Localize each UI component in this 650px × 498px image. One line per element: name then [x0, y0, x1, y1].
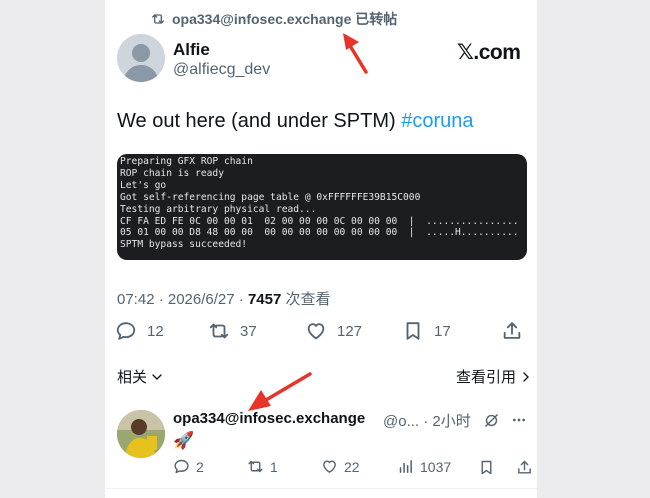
reply-icon — [116, 322, 136, 340]
x-logo: 𝕏.com — [457, 41, 521, 64]
heart-icon — [307, 323, 325, 340]
reply-views-button[interactable]: 1037 — [397, 458, 451, 475]
chevron-down-icon — [152, 373, 162, 380]
heart-icon — [323, 460, 336, 473]
share-icon[interactable] — [516, 459, 533, 476]
action-bar: 12 37 127 17 — [115, 320, 527, 346]
more-icon[interactable] — [511, 412, 527, 428]
reply-count: 12 — [147, 322, 164, 340]
terminal-line: CF FA ED FE 0C 00 00 01 02 00 00 00 0C 0… — [120, 215, 519, 227]
author-handle[interactable]: @alfiecg_dev — [173, 61, 270, 79]
reply-repost-button[interactable]: 1 — [247, 458, 278, 475]
terminal-line: ROP chain is ready — [120, 167, 224, 179]
view-quotes-label: 查看引用 — [456, 369, 517, 386]
author-avatar[interactable] — [117, 34, 165, 82]
annotation-arrow-icon — [248, 372, 312, 411]
repost-icon — [152, 14, 164, 24]
bookmark-count: 17 — [434, 322, 451, 340]
repost-icon — [248, 460, 263, 473]
tweet-card: opa334@infosec.exchange 已转帖 Alfie @alfie… — [105, 0, 537, 498]
tweet-meta: 07:42 · 2026/6/27 · 7457 次查看 — [117, 288, 330, 309]
bookmark-icon — [406, 322, 420, 340]
reply-like-button[interactable]: 22 — [321, 458, 360, 475]
related-label: 相关 — [117, 369, 148, 386]
repost-count: 37 — [240, 322, 257, 340]
reply-avatar[interactable] — [117, 410, 165, 458]
terminal-screenshot[interactable]: Preparing GFX ROP chain ROP chain is rea… — [117, 154, 527, 260]
repost-indicator[interactable]: opa334@infosec.exchange 已转帖 — [150, 9, 397, 29]
reply-reply-button[interactable]: 2 — [173, 458, 204, 475]
author-name[interactable]: Alfie — [173, 40, 210, 60]
divider — [105, 488, 537, 489]
view-quotes-link[interactable]: 查看引用 — [456, 366, 534, 387]
terminal-line: Preparing GFX ROP chain — [120, 156, 253, 167]
tweet-timestamp[interactable]: 07:42 · 2026/6/27 · — [117, 291, 248, 308]
reply-button[interactable]: 12 — [115, 320, 164, 342]
like-button[interactable]: 127 — [305, 320, 362, 342]
chevron-right-icon — [523, 371, 529, 382]
annotation-arrow-icon — [343, 33, 368, 74]
user-photo-icon — [117, 410, 165, 458]
default-avatar-icon — [117, 34, 165, 82]
tweet-text: We out here (and under SPTM) #coruna — [117, 108, 474, 134]
bookmark-button[interactable]: 17 — [402, 320, 451, 342]
reply-repost-count: 1 — [270, 458, 278, 475]
reply-view-count: 1037 — [420, 458, 452, 475]
tweet-body: We out here (and under SPTM) — [117, 110, 402, 132]
terminal-line: Got self-referencing page table @ 0xFFFF… — [120, 191, 421, 203]
hashtag-link[interactable]: #coruna — [401, 110, 473, 132]
terminal-line: SPTM bypass succeeded! — [120, 239, 248, 251]
like-count: 127 — [337, 322, 363, 340]
reply-like-count: 22 — [344, 458, 360, 475]
analytics-icon — [399, 460, 412, 473]
grok-icon[interactable] — [483, 412, 500, 429]
share-icon — [503, 322, 521, 339]
terminal-line: Testing arbitrary physical read... — [120, 203, 317, 215]
related-dropdown[interactable]: 相关 — [117, 366, 165, 387]
terminal-line: 05 01 00 00 D8 48 00 00 00 00 00 00 00 0… — [120, 227, 519, 239]
repost-button[interactable]: 37 — [208, 320, 257, 342]
reply-reply-count: 2 — [196, 458, 204, 475]
share-button[interactable] — [501, 320, 523, 342]
reply-action-bar: 2 1 22 1037 — [173, 458, 533, 478]
views-label: 次查看 — [281, 291, 331, 308]
view-count: 7457 — [247, 291, 282, 308]
reply-text: 🚀 — [173, 431, 195, 450]
reply-tweet[interactable]: opa334@infosec.exchange @o... · 2小时 🚀 2 … — [105, 398, 537, 488]
repost-icon — [209, 323, 229, 339]
reply-icon — [174, 459, 189, 474]
reply-handle-time[interactable]: @o... · 2小时 — [383, 410, 471, 431]
repost-text: opa334@infosec.exchange 已转帖 — [172, 11, 398, 27]
bookmark-icon[interactable] — [478, 459, 495, 476]
terminal-line: Let's go — [120, 179, 167, 191]
